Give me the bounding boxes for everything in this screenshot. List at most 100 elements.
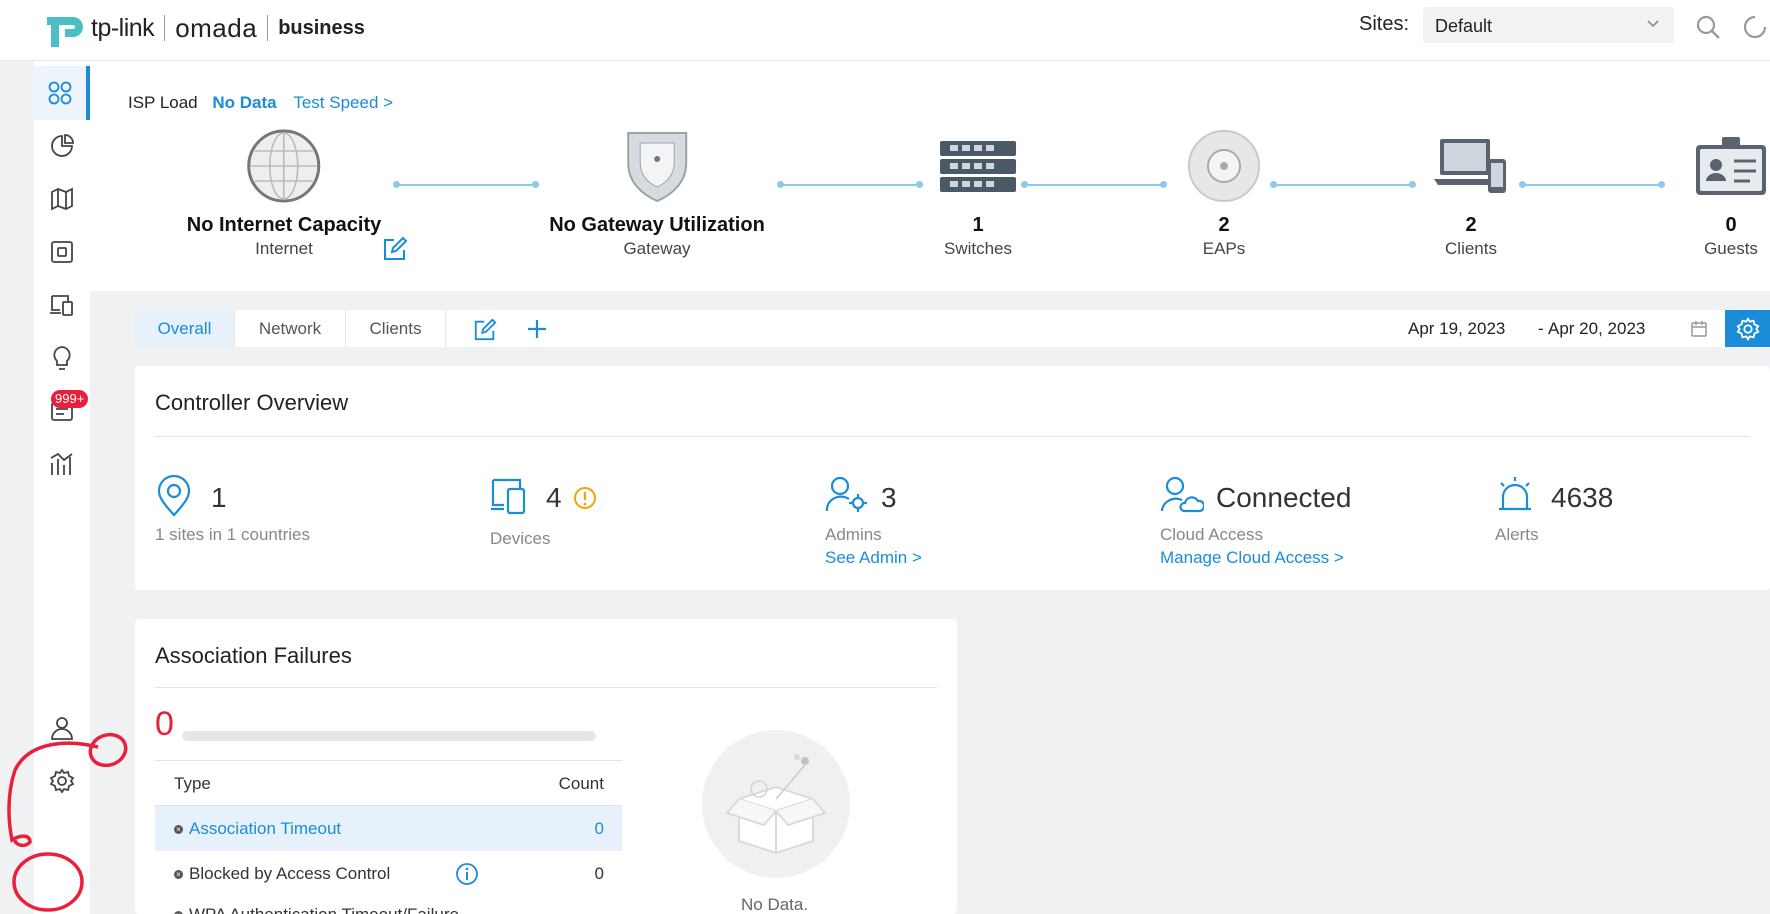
tab-network[interactable]: Network — [235, 310, 346, 347]
isp-load: ISP Load No Data Test Speed > — [128, 93, 393, 113]
sites-label: Sites: — [1359, 13, 1410, 35]
row-type-label: Association Timeout — [189, 819, 342, 838]
sidebar-item-logs[interactable]: 999+ — [34, 384, 90, 438]
red-annotation-mark — [7, 732, 128, 912]
refresh-icon[interactable] — [1742, 14, 1768, 40]
logo-divider — [164, 15, 166, 41]
cloud-user-icon — [1160, 476, 1206, 513]
column-type: Type — [174, 774, 211, 793]
gateway-label: Gateway — [623, 239, 691, 258]
internet-label: Internet — [255, 239, 313, 258]
gateway-utilization: No Gateway Utilization — [549, 214, 765, 236]
lightbulb-icon — [53, 346, 71, 370]
sidebar-item-devices[interactable] — [34, 225, 90, 279]
devices-label: Devices — [490, 529, 551, 548]
devices-count: 4 — [546, 482, 562, 513]
row-count: 0 — [594, 864, 604, 883]
tab-overall[interactable]: Overall — [135, 310, 235, 347]
search-icon[interactable] — [1695, 14, 1721, 40]
calendar-icon[interactable] — [1690, 320, 1708, 338]
clients-label: Clients — [1445, 239, 1497, 258]
warning-icon[interactable] — [573, 486, 597, 510]
sidebar-item-statistics[interactable] — [34, 119, 90, 173]
logo-divider — [267, 15, 269, 41]
globe-icon — [247, 129, 321, 203]
edit-icon[interactable] — [473, 318, 497, 342]
eaps-label: EAPs — [1202, 239, 1246, 258]
stat-cloud-access: Connected Cloud Access Manage Cloud Acce… — [1160, 475, 1351, 567]
row-type: × Association Timeout — [174, 819, 341, 839]
edit-icon[interactable] — [382, 236, 408, 262]
row-count: 0 — [594, 819, 604, 838]
sidebar-item-dashboard[interactable] — [34, 66, 90, 120]
site-select[interactable]: Default — [1423, 7, 1674, 43]
gateway-shield-icon — [627, 132, 687, 203]
dashboard-icon — [48, 81, 72, 105]
topology-node-guests[interactable]: 0 Guests — [1694, 126, 1768, 259]
top-bar: tp-link omada business Sites: Default — [0, 0, 1770, 61]
test-speed-link[interactable]: Test Speed > — [293, 93, 393, 112]
isp-load-value: No Data — [212, 93, 277, 112]
column-count: Count — [558, 774, 604, 793]
row-type: ×WPA Authentication Timeout/Failure — [174, 905, 459, 914]
topology-link — [1519, 181, 1665, 188]
close-circle-icon: × — [174, 825, 183, 834]
topology-node-eaps[interactable]: 2 EAPs — [1187, 126, 1261, 259]
pie-chart-icon — [51, 134, 74, 157]
date-end[interactable]: Apr 20, 2023 — [1548, 319, 1645, 339]
laptop-phone-icon — [1434, 139, 1506, 193]
access-point-icon — [1188, 130, 1260, 202]
close-circle-icon: × — [174, 870, 183, 879]
internet-capacity: No Internet Capacity — [186, 214, 382, 236]
switches-label: Switches — [943, 239, 1013, 258]
association-failures-card: Association Failures 0 Type Count × Assoc… — [135, 619, 957, 914]
admins-label: Admins — [825, 525, 882, 544]
divider — [155, 687, 937, 688]
device-icon — [51, 241, 73, 263]
admins-count: 3 — [881, 482, 897, 513]
table-row[interactable]: ×WPA Authentication Timeout/Failure — [155, 896, 622, 914]
table-row[interactable]: × Association Timeout 0 — [155, 806, 622, 851]
eaps-count: 2 — [1218, 214, 1230, 236]
stat-admins: 3 Admins See Admin > — [825, 475, 922, 567]
devices-icon — [491, 478, 526, 515]
empty-box-icon — [702, 730, 850, 878]
row-type: × Blocked by Access Control — [174, 864, 390, 884]
failures-total: 0 — [155, 705, 174, 743]
guests-count: 0 — [1725, 214, 1737, 236]
add-icon[interactable] — [526, 318, 548, 340]
table-row[interactable]: × Blocked by Access Control 0 — [155, 851, 622, 896]
logs-badge: 999+ — [51, 390, 89, 408]
tab-clients[interactable]: Clients — [346, 310, 446, 347]
sidebar-item-clients[interactable] — [34, 278, 90, 332]
sites-count: 1 — [211, 482, 227, 513]
topology-panel: ISP Load No Data Test Speed > No Interne… — [90, 61, 1770, 291]
date-start[interactable]: Apr 19, 2023 — [1408, 319, 1505, 339]
topology-node-clients[interactable]: 2 Clients — [1432, 126, 1510, 259]
site-select-value: Default — [1435, 16, 1493, 36]
manage-cloud-access-link[interactable]: Manage Cloud Access > — [1160, 548, 1344, 568]
sidebar-item-reports[interactable] — [34, 437, 90, 491]
see-admin-link[interactable]: See Admin > — [825, 548, 922, 568]
chevron-down-icon — [1647, 20, 1659, 28]
map-icon — [51, 187, 73, 211]
logo: tp-link omada business — [43, 7, 365, 49]
sidebar-item-insight[interactable] — [34, 331, 90, 385]
switch-icon — [940, 141, 1016, 192]
topology-link — [1021, 181, 1167, 188]
stat-devices: 4 Devices — [490, 475, 596, 548]
row-type-label: Blocked by Access Control — [189, 864, 391, 883]
dashboard-settings-button[interactable] — [1725, 310, 1770, 347]
table-header: Type Count — [155, 760, 622, 806]
topology-node-gateway[interactable]: No Gateway Utilization Gateway — [549, 126, 765, 259]
topology-node-switches[interactable]: 1 Switches — [938, 126, 1018, 259]
stat-alerts: 4638 Alerts — [1495, 475, 1613, 544]
product-name: omada — [175, 12, 258, 43]
sidebar-item-map[interactable] — [34, 172, 90, 226]
card-title: Association Failures — [155, 643, 352, 668]
info-icon[interactable] — [455, 862, 479, 886]
isp-load-label: ISP Load — [128, 93, 198, 112]
date-separator: - — [1538, 319, 1544, 338]
cloud-access-label: Cloud Access — [1160, 525, 1263, 544]
topology-node-internet[interactable]: No Internet Capacity Internet — [187, 126, 381, 259]
